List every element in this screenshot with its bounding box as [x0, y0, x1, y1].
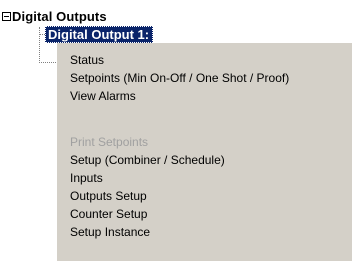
tree-connector-line: [39, 62, 56, 63]
menu-item-view-alarms[interactable]: View Alarms: [70, 87, 136, 105]
menu-item-inputs[interactable]: Inputs: [70, 169, 103, 187]
menu-item-print-setpoints: Print Setpoints: [70, 135, 149, 149]
tree-node-digital-output-1[interactable]: Digital Output 1:: [45, 26, 154, 43]
menu-item-status[interactable]: Status: [70, 51, 104, 69]
menu-item-counter-setup[interactable]: Counter Setup: [70, 205, 147, 223]
menu-item-setpoints[interactable]: Setpoints (Min On-Off / One Shot / Proof…: [70, 69, 289, 87]
tree-node-label: Digital Outputs: [12, 8, 107, 24]
collapse-icon[interactable]: [2, 11, 11, 21]
tree-connector-line: [39, 27, 41, 63]
menu-item-outputs-setup[interactable]: Outputs Setup: [70, 187, 147, 205]
tree-node-digital-outputs[interactable]: Digital Outputs: [0, 8, 107, 24]
menu-item-setup-combiner[interactable]: Setup (Combiner / Schedule): [70, 151, 225, 169]
context-menu: Status Setpoints (Min On-Off / One Shot …: [56, 43, 352, 261]
menu-item-setup-instance[interactable]: Setup Instance: [70, 223, 150, 241]
